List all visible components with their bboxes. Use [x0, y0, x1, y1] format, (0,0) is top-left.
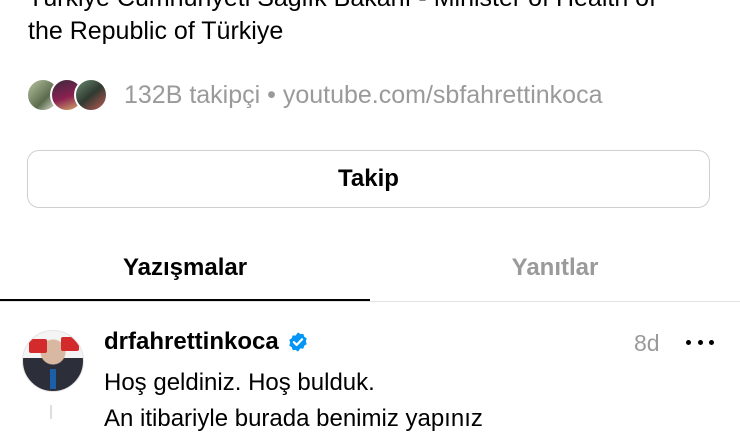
tab-divider [0, 301, 740, 302]
dot [686, 339, 691, 345]
follow-button[interactable]: Takip [27, 150, 710, 208]
bio-line-1: Türkiye Cumhuriyeti Sağlık Bakanı - Mini… [28, 0, 656, 13]
post-text-line-2: An itibariyle burada benimiz yapınız [104, 405, 483, 432]
followers-row[interactable]: 132B takipçi • youtube.com/sbfahrettinko… [26, 78, 602, 112]
flag-graphic [29, 339, 47, 353]
dot [697, 339, 703, 345]
bio-line-2: the Republic of Türkiye [28, 17, 284, 45]
tab-posts[interactable]: Yazışmalar [0, 248, 370, 288]
tie-graphic [50, 369, 56, 389]
tab-replies[interactable]: Yanıtlar [370, 248, 740, 288]
post-text-line-1: Hoş geldiniz. Hoş bulduk. [104, 369, 375, 396]
post-username-row[interactable]: drfahrettinkoca [104, 327, 309, 357]
dot [709, 339, 714, 345]
more-horizontal-icon[interactable] [686, 328, 714, 356]
post-timestamp: 8d [634, 330, 660, 356]
post-username[interactable]: drfahrettinkoca [104, 327, 279, 357]
follower-avatar [74, 78, 108, 112]
avatar[interactable] [22, 330, 84, 392]
followers-count-and-link[interactable]: 132B takipçi • youtube.com/sbfahrettinko… [124, 81, 602, 110]
follower-avatars[interactable] [26, 78, 110, 112]
verified-badge-icon [288, 332, 307, 352]
flag-graphic [61, 337, 79, 351]
